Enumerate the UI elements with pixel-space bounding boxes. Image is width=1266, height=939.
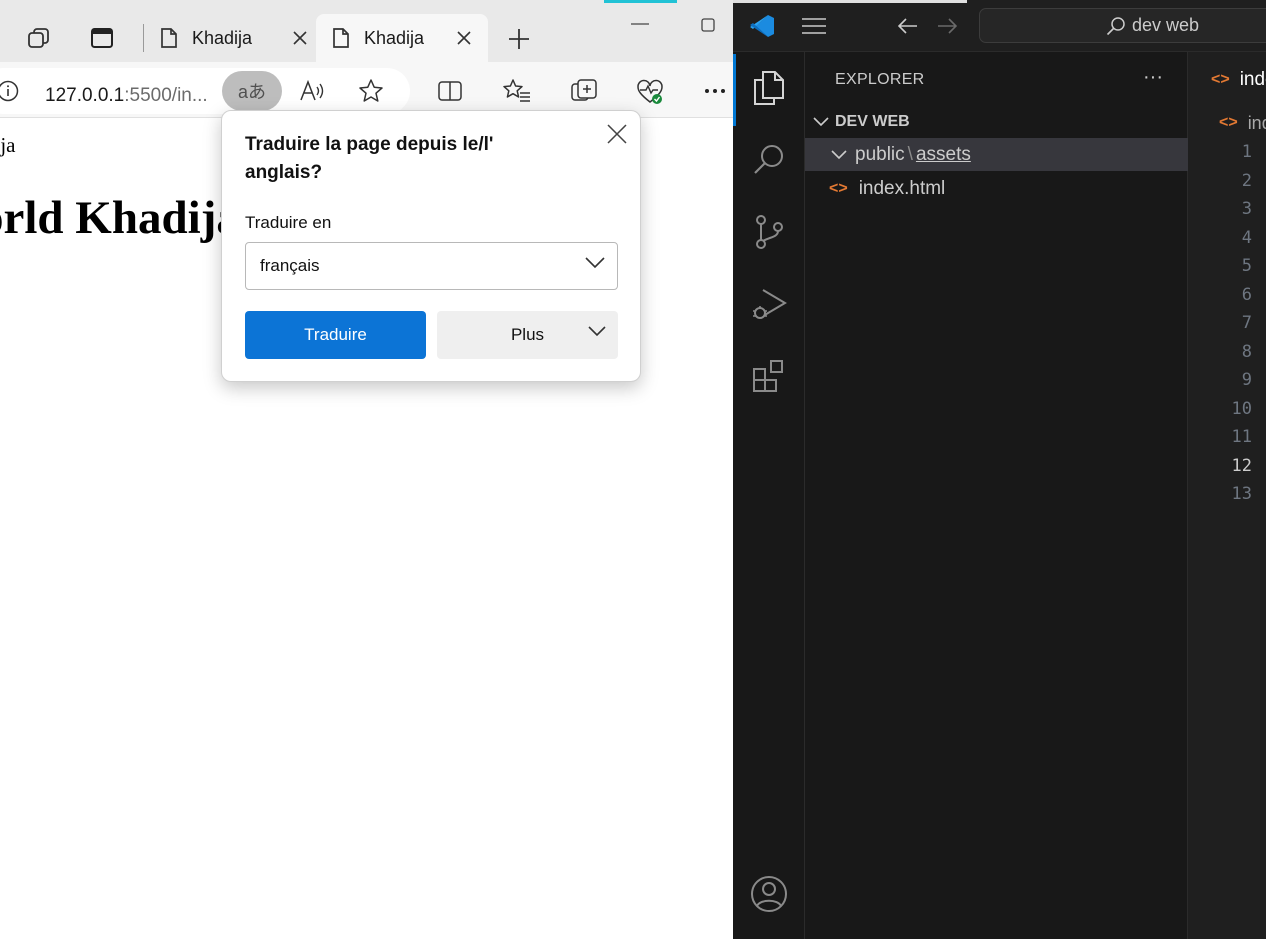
collections-icon[interactable] [569, 77, 599, 105]
editor-area: <> index.html <> index.html 123456789101… [1189, 52, 1266, 939]
vscode-window: dev web EXPLORER ··· DEV WEB public \ as… [733, 0, 1266, 939]
explorer-title: EXPLORER [835, 71, 925, 88]
path-separator: \ [907, 143, 913, 165]
address-bar[interactable]: 127.0.0.1:5500/in... [0, 68, 410, 114]
tab-khadija-2[interactable]: Khadija [316, 14, 488, 62]
line-number: 10 [1231, 398, 1252, 419]
chevron-down-icon [585, 257, 605, 269]
editor-tab-label: index.html [1239, 69, 1266, 90]
browser-window: Khadija Khadija 127.0.0.1:5500/in... aあ … [0, 0, 733, 939]
read-aloud-icon[interactable] [298, 77, 326, 105]
maximize-icon[interactable] [698, 14, 718, 36]
new-tab-icon[interactable] [506, 26, 532, 52]
line-number: 1 [1241, 142, 1252, 162]
more-actions-icon[interactable]: ··· [1143, 66, 1163, 89]
tab-bar-accent [604, 0, 677, 3]
line-number: 3 [1241, 199, 1252, 219]
extensions-icon[interactable] [745, 352, 793, 400]
search-icon[interactable] [745, 136, 793, 184]
vertical-tabs-icon[interactable] [88, 24, 116, 52]
forward-arrow-icon[interactable] [935, 14, 959, 38]
favorites-icon[interactable] [503, 77, 531, 105]
popup-title: Traduire la page depuis le/l' anglais? [245, 134, 494, 183]
line-number: 12 [1231, 455, 1252, 476]
tab-label: Khadija [192, 27, 253, 48]
browser-tab-bar: Khadija Khadija [0, 0, 733, 62]
split-screen-icon[interactable] [436, 77, 464, 105]
more-options-icon[interactable] [700, 77, 730, 105]
account-icon[interactable] [745, 870, 793, 918]
language-value: français [260, 256, 320, 275]
tree-item-index-html[interactable]: <> index.html [805, 172, 1188, 205]
translate-submit-button[interactable]: Traduire [245, 311, 426, 359]
translate-button[interactable]: aあ [222, 71, 282, 111]
workspaces-icon[interactable] [24, 24, 54, 52]
active-view-indicator [733, 54, 736, 126]
vscode-title-bar: dev web [733, 0, 1266, 52]
activity-bar [733, 52, 805, 939]
language-select[interactable]: français [245, 242, 618, 290]
workspace-folder-header[interactable]: DEV WEB [805, 108, 1188, 136]
subfolder-name: assets [915, 143, 971, 165]
explorer-sidebar: EXPLORER ··· DEV WEB public \ assets <> … [805, 52, 1188, 939]
page-text: dija [0, 133, 16, 157]
search-icon [1106, 16, 1126, 36]
url-text[interactable]: 127.0.0.1:5500/in... [45, 85, 208, 107]
folder-name: public [855, 143, 905, 165]
tab-separator [143, 24, 144, 52]
chevron-down-icon [831, 149, 847, 160]
menu-icon[interactable] [799, 14, 829, 38]
line-number: 6 [1241, 284, 1252, 305]
html-file-icon: <> [1211, 71, 1230, 88]
more-button[interactable]: Plus [437, 311, 618, 359]
line-number: 7 [1241, 313, 1252, 333]
translate-to-label: Traduire en [245, 213, 332, 232]
run-debug-icon[interactable] [745, 280, 793, 328]
html-file-icon: <> [1219, 114, 1238, 131]
line-number: 13 [1231, 484, 1252, 504]
title-bar-accent [733, 0, 967, 3]
line-number: 5 [1241, 256, 1252, 276]
file-name: index.html [858, 177, 946, 199]
command-center[interactable]: dev web [979, 8, 1266, 43]
tree-item-public-assets[interactable]: public \ assets [805, 138, 1188, 171]
browser-essentials-icon[interactable] [635, 77, 665, 107]
line-number: 11 [1231, 427, 1252, 447]
page-icon [332, 27, 350, 49]
line-number: 2 [1241, 170, 1252, 191]
translate-popup: Traduire la page depuis le/l' anglais? T… [221, 110, 641, 382]
close-tab-icon[interactable] [454, 28, 474, 48]
line-number: 4 [1241, 227, 1252, 248]
html-file-icon: <> [829, 179, 848, 197]
close-icon[interactable] [604, 121, 630, 147]
favorite-star-icon[interactable] [357, 77, 385, 105]
translate-icon: aあ [237, 82, 266, 102]
close-tab-icon[interactable] [290, 28, 310, 48]
back-arrow-icon[interactable] [896, 14, 920, 38]
breadcrumb-label: index.html [1247, 112, 1266, 133]
editor-tab-index-html[interactable]: <> index.html [1189, 52, 1266, 108]
line-number: 9 [1241, 370, 1252, 390]
line-number: 8 [1241, 341, 1252, 362]
tab-label: Khadija [364, 27, 425, 48]
workspace-folder-name: DEV WEB [835, 113, 910, 130]
more-button-label: Plus [510, 325, 545, 344]
page-heading: orld Khadija [0, 192, 240, 244]
breadcrumb[interactable]: <> index.html [1189, 110, 1266, 136]
vscode-logo-icon [747, 11, 777, 41]
url-path: :5500/in... [124, 85, 208, 106]
chevron-down-icon [588, 326, 606, 337]
minimize-icon[interactable] [628, 14, 652, 34]
tab-khadija-1[interactable]: Khadija [160, 14, 310, 62]
command-center-label: dev web [1132, 15, 1200, 35]
page-icon [160, 27, 178, 49]
explorer-files-icon[interactable] [745, 64, 793, 112]
site-info-icon[interactable] [0, 79, 20, 103]
source-control-icon[interactable] [745, 208, 793, 256]
url-host: 127.0.0.1 [45, 85, 125, 106]
chevron-down-icon [813, 117, 829, 127]
